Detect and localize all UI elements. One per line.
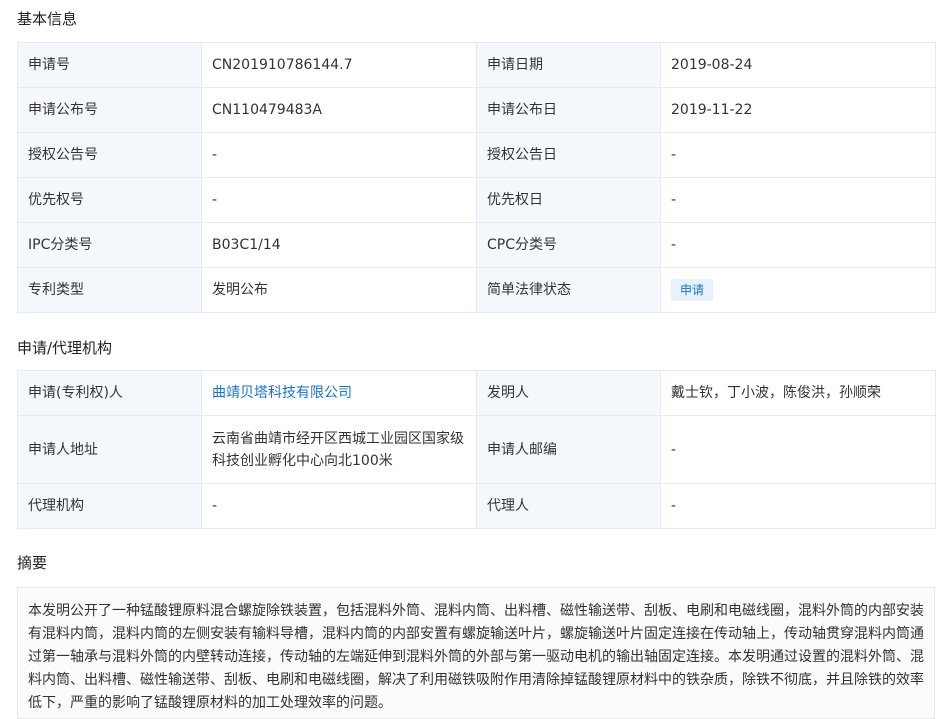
table-row: IPC分类号 B03C1/14 CPC分类号 -: [17, 222, 936, 268]
agency-title: 申请/代理机构: [17, 339, 113, 357]
grant-number-label: 授权公告号: [17, 132, 202, 178]
application-date-label: 申请日期: [476, 42, 661, 88]
priority-number-value: -: [201, 177, 477, 223]
applicant-address-label: 申请人地址: [17, 415, 202, 484]
grant-number-value: -: [201, 132, 477, 178]
ipc-label: IPC分类号: [17, 222, 202, 268]
table-row: 申请(专利权)人 曲靖贝塔科技有限公司 发明人 戴士钦，丁小波，陈俊洪，孙顺荣: [17, 370, 936, 416]
publication-number-value: CN110479483A: [201, 87, 477, 133]
grant-date-value: -: [660, 132, 936, 178]
applicant-link[interactable]: 曲靖贝塔科技有限公司: [212, 385, 352, 401]
agent-label: 代理人: [476, 483, 661, 529]
agency-value: -: [201, 483, 477, 529]
basic-info-title: 基本信息: [17, 10, 78, 28]
table-row: 代理机构 - 代理人 -: [17, 483, 936, 529]
application-number-label: 申请号: [17, 42, 202, 88]
grant-date-label: 授权公告日: [476, 132, 661, 178]
abstract-text: 本发明公开了一种锰酸锂原料混合螺旋除铁装置，包括混料外筒、混料内筒、出料槽、磁性…: [17, 587, 935, 719]
applicant-cell: 曲靖贝塔科技有限公司: [201, 370, 477, 416]
publication-number-label: 申请公布号: [17, 87, 202, 133]
applicant-address-value: 云南省曲靖市经开区西城工业园区国家级科技创业孵化中心向北100米: [201, 415, 477, 484]
priority-number-label: 优先权号: [17, 177, 202, 223]
abstract-title: 摘要: [17, 554, 48, 572]
legal-status-cell: 申请: [660, 267, 936, 313]
basic-info-table: 申请号 CN201910786144.7 申请日期 2019-08-24 申请公…: [17, 42, 936, 313]
cpc-value: -: [660, 222, 936, 268]
table-row: 申请人地址 云南省曲靖市经开区西城工业园区国家级科技创业孵化中心向北100米 申…: [17, 415, 936, 484]
inventor-value: 戴士钦，丁小波，陈俊洪，孙顺荣: [660, 370, 936, 416]
application-number-value: CN201910786144.7: [201, 42, 477, 88]
table-row: 申请号 CN201910786144.7 申请日期 2019-08-24: [17, 42, 936, 88]
applicant-zip-label: 申请人邮编: [476, 415, 661, 484]
publication-date-value: 2019-11-22: [660, 87, 936, 133]
table-row: 优先权号 - 优先权日 -: [17, 177, 936, 223]
inventor-label: 发明人: [476, 370, 661, 416]
agency-table: 申请(专利权)人 曲靖贝塔科技有限公司 发明人 戴士钦，丁小波，陈俊洪，孙顺荣 …: [17, 370, 936, 529]
legal-status-badge: 申请: [671, 279, 714, 301]
applicant-zip-value: -: [660, 415, 936, 484]
cpc-label: CPC分类号: [476, 222, 661, 268]
priority-date-value: -: [660, 177, 936, 223]
agent-value: -: [660, 483, 936, 529]
applicant-label: 申请(专利权)人: [17, 370, 202, 416]
agency-label: 代理机构: [17, 483, 202, 529]
publication-date-label: 申请公布日: [476, 87, 661, 133]
patent-type-value: 发明公布: [201, 267, 477, 313]
legal-status-label: 简单法律状态: [476, 267, 661, 313]
table-row: 授权公告号 - 授权公告日 -: [17, 132, 936, 178]
ipc-value: B03C1/14: [201, 222, 477, 268]
application-date-value: 2019-08-24: [660, 42, 936, 88]
table-row: 申请公布号 CN110479483A 申请公布日 2019-11-22: [17, 87, 936, 133]
patent-type-label: 专利类型: [17, 267, 202, 313]
priority-date-label: 优先权日: [476, 177, 661, 223]
table-row: 专利类型 发明公布 简单法律状态 申请: [17, 267, 936, 313]
